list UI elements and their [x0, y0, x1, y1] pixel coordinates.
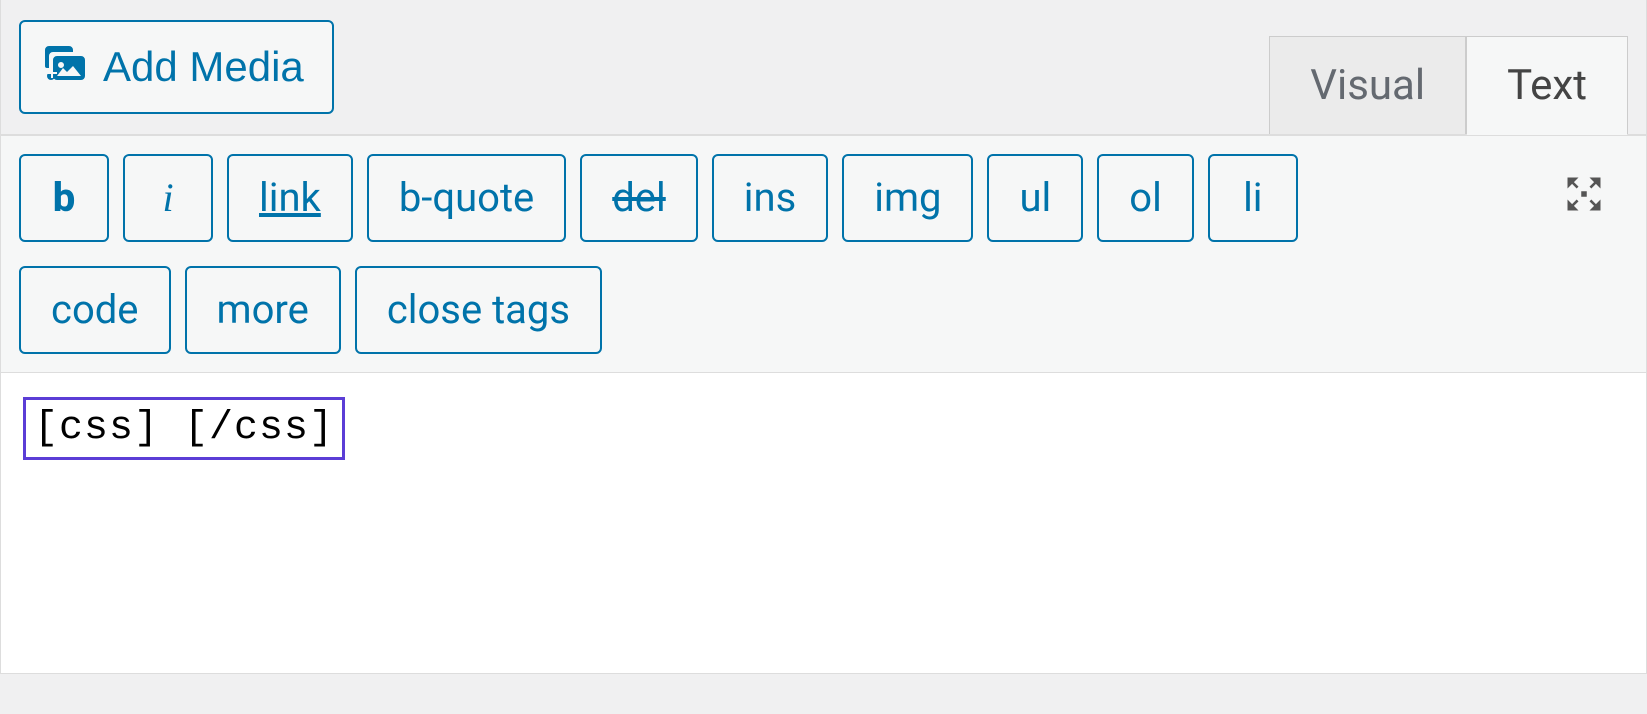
quicktags-buttons: b i link b-quote del ins img ul ol li co…: [19, 154, 1419, 354]
media-icon: [41, 38, 89, 96]
qt-more-button[interactable]: more: [185, 266, 341, 354]
qt-close-tags-button[interactable]: close tags: [355, 266, 602, 354]
editor-tabs: Visual Text: [1269, 36, 1628, 134]
tab-visual[interactable]: Visual: [1269, 36, 1466, 134]
qt-ins-button[interactable]: ins: [712, 154, 828, 242]
qt-img-button[interactable]: img: [842, 154, 973, 242]
qt-del-button[interactable]: del: [580, 154, 698, 242]
fullscreen-icon: [1562, 172, 1606, 219]
add-media-button[interactable]: Add Media: [19, 20, 334, 114]
qt-ol-button[interactable]: ol: [1097, 154, 1194, 242]
qt-code-button[interactable]: code: [19, 266, 171, 354]
quicktags-toolbar: b i link b-quote del ins img ul ol li co…: [1, 134, 1646, 373]
editor-wrap: Add Media Visual Text b i link b-quote d…: [0, 0, 1647, 674]
shortcode-highlight: [css] [/css]: [23, 397, 345, 460]
qt-li-button[interactable]: li: [1208, 154, 1298, 242]
qt-link-button[interactable]: link: [227, 154, 353, 242]
add-media-label: Add Media: [103, 43, 304, 91]
qt-italic-button[interactable]: i: [123, 154, 213, 242]
qt-ul-button[interactable]: ul: [987, 154, 1083, 242]
tab-text[interactable]: Text: [1466, 36, 1628, 135]
top-bar: Add Media Visual Text: [1, 0, 1646, 134]
editor-content-area[interactable]: [css] [/css]: [1, 373, 1646, 673]
fullscreen-button[interactable]: [1540, 154, 1628, 237]
qt-bold-button[interactable]: b: [19, 154, 109, 242]
qt-blockquote-button[interactable]: b-quote: [367, 154, 566, 242]
